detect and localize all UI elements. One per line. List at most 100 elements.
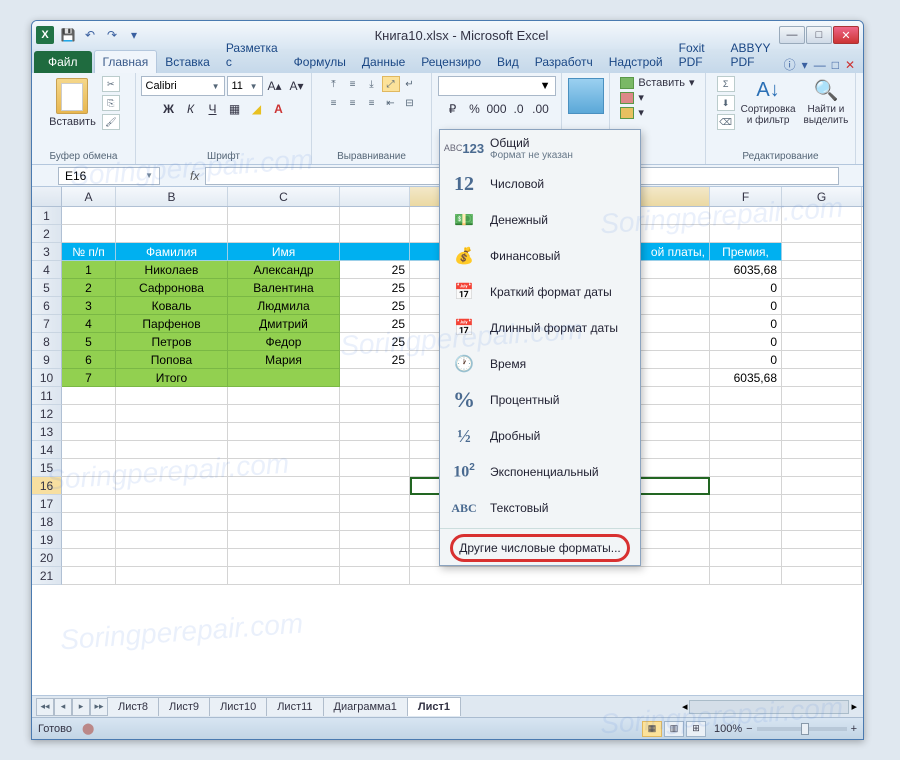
format-longdate[interactable]: 📅 Длинный формат даты xyxy=(440,310,640,346)
grid-cell[interactable] xyxy=(782,513,862,531)
grid-cell[interactable]: 6035,68 xyxy=(710,261,782,279)
copy-icon[interactable]: ⎘ xyxy=(102,95,120,111)
grid-cell[interactable] xyxy=(116,567,228,585)
grid-cell[interactable] xyxy=(710,513,782,531)
grid-cell[interactable] xyxy=(710,405,782,423)
tab-insert[interactable]: Вставка xyxy=(157,51,218,73)
comma-icon[interactable]: 000 xyxy=(487,99,507,119)
grid-cell[interactable] xyxy=(340,387,410,405)
tab-file[interactable]: Файл xyxy=(34,51,92,73)
col-header-f[interactable]: F xyxy=(710,187,782,206)
grid-cell[interactable]: Итого xyxy=(116,369,228,387)
align-right-icon[interactable]: ≡ xyxy=(363,95,381,111)
bold-button[interactable]: Ж xyxy=(159,99,179,119)
paste-button[interactable]: Вставить xyxy=(47,76,98,130)
italic-button[interactable]: К xyxy=(181,99,201,119)
hscrollbar[interactable] xyxy=(689,700,849,714)
grid-cell[interactable] xyxy=(710,531,782,549)
grid-cell[interactable] xyxy=(782,207,862,225)
grid-cell[interactable] xyxy=(62,477,116,495)
more-number-formats[interactable]: Другие числовые форматы... xyxy=(440,531,640,565)
sheet-tab[interactable]: Лист8 xyxy=(107,697,159,716)
grid-cell[interactable]: 25 xyxy=(340,315,410,333)
grid-cell[interactable]: 25 xyxy=(340,261,410,279)
currency-icon[interactable]: ₽ xyxy=(443,99,463,119)
maximize-button[interactable]: □ xyxy=(806,26,832,44)
grid-cell[interactable] xyxy=(782,459,862,477)
grid-cell[interactable] xyxy=(62,207,116,225)
grid-cell[interactable] xyxy=(228,405,340,423)
tab-formulas[interactable]: Формулы xyxy=(286,51,354,73)
grid-cell[interactable] xyxy=(340,369,410,387)
hscroll-left-icon[interactable]: ◂ xyxy=(682,700,688,714)
format-cells-button[interactable]: ▾ xyxy=(620,106,694,119)
grid-cell[interactable] xyxy=(710,567,782,585)
grid-cell[interactable]: 25 xyxy=(340,279,410,297)
grid-cell[interactable]: 5 xyxy=(62,333,116,351)
grid-cell[interactable]: 1 xyxy=(62,261,116,279)
grid-cell[interactable] xyxy=(116,513,228,531)
undo-icon[interactable]: ↶ xyxy=(80,26,100,44)
grid-cell[interactable] xyxy=(782,495,862,513)
grid-cell[interactable] xyxy=(116,531,228,549)
grid-cell[interactable] xyxy=(710,549,782,567)
grid-cell[interactable] xyxy=(782,477,862,495)
row-header[interactable]: 9 xyxy=(32,351,62,369)
tab-data[interactable]: Данные xyxy=(354,51,413,73)
grid-cell[interactable] xyxy=(62,531,116,549)
row-header[interactable]: 14 xyxy=(32,441,62,459)
row-header[interactable]: 11 xyxy=(32,387,62,405)
grid-cell[interactable] xyxy=(410,567,710,585)
align-top-icon[interactable]: ⤒ xyxy=(325,76,343,92)
number-format-combo[interactable]: ▼ xyxy=(438,76,556,96)
grid-cell[interactable] xyxy=(116,459,228,477)
cut-icon[interactable]: ✂ xyxy=(102,76,120,92)
grid-cell[interactable] xyxy=(228,423,340,441)
doc-close-icon[interactable]: ✕ xyxy=(845,58,855,72)
align-middle-icon[interactable]: ≡ xyxy=(344,76,362,92)
insert-cells-button[interactable]: Вставить ▾ xyxy=(620,76,694,89)
grid-cell[interactable] xyxy=(782,225,862,243)
grid-cell[interactable] xyxy=(228,477,340,495)
align-left-icon[interactable]: ≡ xyxy=(325,95,343,111)
grid-cell[interactable] xyxy=(340,531,410,549)
grid-cell[interactable] xyxy=(782,567,862,585)
zoom-out-icon[interactable]: − xyxy=(746,723,752,735)
grid-cell[interactable] xyxy=(710,387,782,405)
grid-cell[interactable] xyxy=(340,225,410,243)
align-bottom-icon[interactable]: ⤓ xyxy=(363,76,381,92)
grid-cell[interactable]: № п/п xyxy=(62,243,116,261)
grid-cell[interactable] xyxy=(340,495,410,513)
font-color-icon[interactable]: A xyxy=(269,99,289,119)
wrap-text-icon[interactable]: ↵ xyxy=(401,76,419,92)
format-time[interactable]: 🕐 Время xyxy=(440,346,640,382)
grid-cell[interactable] xyxy=(782,423,862,441)
grow-font-icon[interactable]: A▴ xyxy=(265,76,285,96)
grid-cell[interactable]: Николаев xyxy=(116,261,228,279)
merge-icon[interactable]: ⊟ xyxy=(401,95,419,111)
grid-cell[interactable]: Петров xyxy=(116,333,228,351)
underline-button[interactable]: Ч xyxy=(203,99,223,119)
tab-developer[interactable]: Разработч xyxy=(527,51,601,73)
grid-cell[interactable]: 3 xyxy=(62,297,116,315)
row-header[interactable]: 8 xyxy=(32,333,62,351)
row-header[interactable]: 15 xyxy=(32,459,62,477)
orientation-icon[interactable]: ⤢ xyxy=(382,76,400,92)
grid-cell[interactable]: Имя xyxy=(228,243,340,261)
view-pagebreak-icon[interactable]: ⊞ xyxy=(686,721,706,737)
grid-cell[interactable]: 25 xyxy=(340,297,410,315)
sheet-tab[interactable]: Лист9 xyxy=(158,697,210,716)
zoom-slider[interactable] xyxy=(757,727,847,731)
name-box[interactable]: E16▼ xyxy=(58,167,160,185)
grid-cell[interactable] xyxy=(782,549,862,567)
tab-review[interactable]: Рецензиро xyxy=(413,51,489,73)
grid-cell[interactable] xyxy=(340,477,410,495)
row-header[interactable]: 10 xyxy=(32,369,62,387)
grid-cell[interactable] xyxy=(340,441,410,459)
zoom-in-icon[interactable]: + xyxy=(851,723,857,735)
tab-abbyy[interactable]: ABBYY PDF xyxy=(723,37,784,73)
inc-decimal-icon[interactable]: .0 xyxy=(509,99,529,119)
grid-cell[interactable]: Премия, xyxy=(710,243,782,261)
grid-cell[interactable]: Дмитрий xyxy=(228,315,340,333)
grid-cell[interactable] xyxy=(782,387,862,405)
